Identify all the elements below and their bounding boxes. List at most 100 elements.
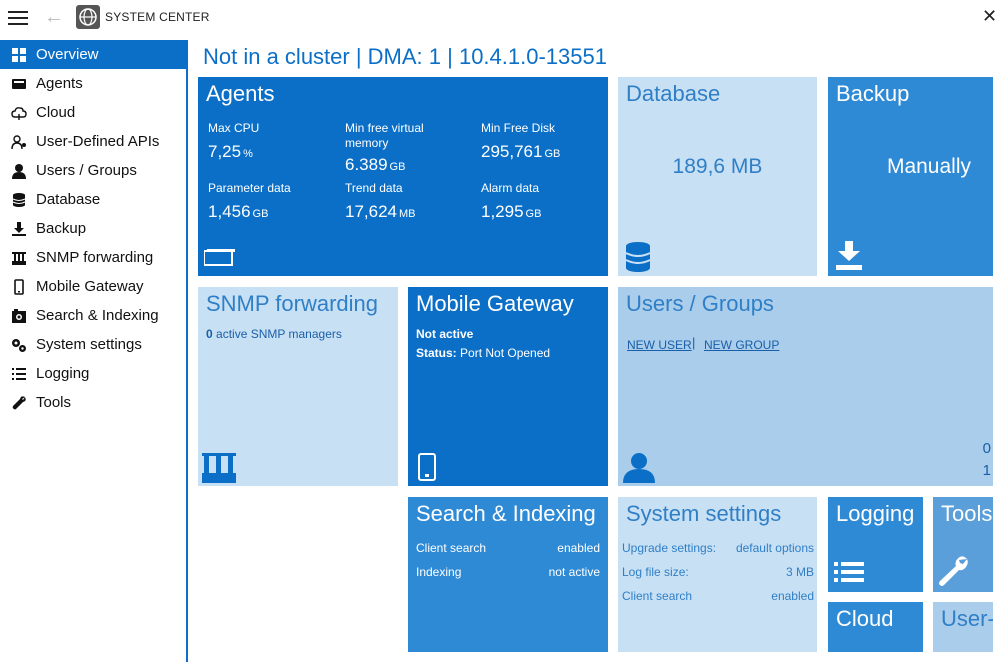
sidebar-item-search-indexing[interactable]: Search & Indexing	[0, 301, 186, 330]
sidebar-item-label: Mobile Gateway	[36, 278, 144, 295]
min-disk-value: 295,761 GB	[481, 142, 561, 161]
trend-data-value: 17,624 MB	[345, 202, 416, 221]
logging-tile[interactable]: Logging	[828, 497, 923, 592]
sidebar-item-label: Users / Groups	[36, 162, 137, 179]
sidebar-item-agents[interactable]: Agents	[0, 69, 186, 98]
sidebar-item-label: SNMP forwarding	[36, 249, 154, 266]
search-tile-title: Search & Indexing	[416, 501, 596, 526]
list-icon	[10, 365, 28, 383]
backup-tile[interactable]: Backup Manually	[828, 77, 993, 276]
sidebar-item-logging[interactable]: Logging	[0, 359, 186, 388]
param-data-label: Parameter data	[208, 181, 291, 195]
users-count: 0	[982, 440, 991, 457]
sidebar-item-tools[interactable]: Tools	[0, 388, 186, 417]
system-tile-title: System settings	[626, 501, 782, 526]
backup-mode: Manually	[886, 155, 971, 178]
sidebar-item-cloud[interactable]: Cloud	[0, 98, 186, 127]
min-disk-label: Min Free Disk	[481, 121, 556, 135]
tools-tile-title: Tools	[941, 501, 993, 526]
sidebar-item-snmp-forwarding[interactable]: SNMP forwarding	[0, 243, 186, 272]
list-icon	[834, 562, 864, 587]
max-cpu-value: 7,25%	[208, 142, 253, 161]
sidebar-item-users-groups[interactable]: Users / Groups	[0, 156, 186, 185]
cloud-icon	[10, 104, 28, 122]
gears-icon	[10, 336, 28, 354]
snmp-tile-title: SNMP forwarding	[206, 291, 378, 316]
mobile-gateway-tile[interactable]: Mobile Gateway Not active Status: Port N…	[408, 287, 608, 486]
snmp-icon	[10, 249, 28, 267]
app-title: SYSTEM CENTER	[105, 10, 210, 24]
sidebar-item-label: Database	[36, 191, 101, 208]
users-groups-tile[interactable]: Users / Groups NEW USER | NEW GROUP 0 1	[618, 287, 993, 486]
backup-tile-title: Backup	[836, 81, 910, 106]
search-indexing-tile[interactable]: Search & Indexing Client search enabled …	[408, 497, 608, 652]
sidebar-item-label: Agents	[36, 75, 83, 92]
database-size: 189,6 MB	[672, 155, 763, 178]
wrench-icon	[10, 394, 28, 412]
agent-icon	[10, 75, 28, 93]
min-vmem-label: Min free virtual memory	[345, 121, 424, 150]
user-defined-apis-tile[interactable]: User-	[933, 602, 993, 652]
title-bar: ← SYSTEM CENTER ✕	[0, 0, 1004, 36]
sidebar-item-label: System settings	[36, 336, 142, 353]
cloud-tile-title: Cloud	[836, 606, 894, 631]
sidebar-item-label: Tools	[36, 394, 72, 411]
sidebar-item-label: User-Defined APIs	[36, 133, 160, 150]
mobile-tile-title: Mobile Gateway	[416, 291, 574, 316]
user-icon	[10, 162, 28, 180]
mobile-status: Status: Port Not Opened	[416, 346, 551, 360]
sidebar-divider	[186, 40, 188, 662]
max-cpu-label: Max CPU	[208, 121, 260, 135]
tools-tile[interactable]: Tools	[933, 497, 993, 592]
agent-icon	[203, 247, 236, 272]
snmp-forwarding-tile[interactable]: SNMP forwarding 0 active SNMP managers	[198, 287, 398, 486]
phone-icon	[10, 278, 28, 296]
trend-data-label: Trend data	[345, 181, 403, 195]
database-icon	[10, 191, 28, 209]
sidebar-item-label: Search & Indexing	[36, 307, 159, 324]
alarm-data-label: Alarm data	[481, 181, 540, 195]
sidebar-item-database[interactable]: Database	[0, 185, 186, 214]
param-data-value: 1,456 GB	[208, 202, 269, 221]
snmp-icon	[202, 451, 236, 486]
app-window: ← SYSTEM CENTER ✕ Overview Agents Cloud …	[0, 0, 1004, 662]
page-title: Not in a cluster | DMA: 1 | 10.4.1.0-135…	[203, 44, 607, 69]
alarm-data-value: 1,295 GB	[481, 202, 542, 221]
snmp-managers-text: 0 active SNMP managers	[206, 327, 342, 341]
new-group-link[interactable]: NEW GROUP	[704, 338, 779, 352]
sidebar-item-backup[interactable]: Backup	[0, 214, 186, 243]
database-icon	[625, 241, 651, 276]
groups-count: 1	[982, 462, 991, 479]
new-user-link[interactable]: NEW USER	[627, 338, 692, 352]
sidebar: Overview Agents Cloud User-Defined APIs …	[0, 40, 186, 662]
hamburger-menu-icon[interactable]	[8, 11, 28, 25]
logging-tile-title: Logging	[836, 501, 915, 526]
sidebar-item-system-settings[interactable]: System settings	[0, 330, 186, 359]
sidebar-item-label: Logging	[36, 365, 90, 382]
min-vmem-value: 6.389 GB	[345, 155, 406, 174]
sidebar-item-overview[interactable]: Overview	[0, 40, 186, 69]
search-index-icon	[10, 307, 28, 325]
wrench-icon	[937, 555, 969, 592]
phone-icon	[418, 453, 436, 486]
cloud-tile[interactable]: Cloud	[828, 602, 923, 652]
download-icon	[10, 220, 28, 238]
database-tile-title: Database	[626, 81, 721, 106]
globe-logo-icon	[76, 5, 100, 29]
sidebar-item-label: Overview	[36, 46, 99, 63]
agents-tile[interactable]: Agents Max CPU 7,25% Min free virtual me…	[198, 77, 608, 276]
close-icon[interactable]: ✕	[982, 6, 997, 27]
mobile-state: Not active	[416, 327, 474, 341]
system-settings-tile[interactable]: System settings Upgrade settings: defaul…	[618, 497, 817, 652]
sidebar-item-mobile-gateway[interactable]: Mobile Gateway	[0, 272, 186, 301]
grid-icon	[10, 46, 28, 64]
download-icon	[836, 241, 862, 276]
api-icon	[10, 133, 28, 151]
users-tile-title: Users / Groups	[626, 291, 774, 316]
user-icon	[623, 451, 655, 486]
userapi-tile-title: User-	[941, 606, 993, 631]
sidebar-item-user-defined-apis[interactable]: User-Defined APIs	[0, 127, 186, 156]
database-tile[interactable]: Database 189,6 MB	[618, 77, 817, 276]
back-arrow-icon[interactable]: ←	[44, 6, 66, 28]
sidebar-item-label: Cloud	[36, 104, 76, 121]
